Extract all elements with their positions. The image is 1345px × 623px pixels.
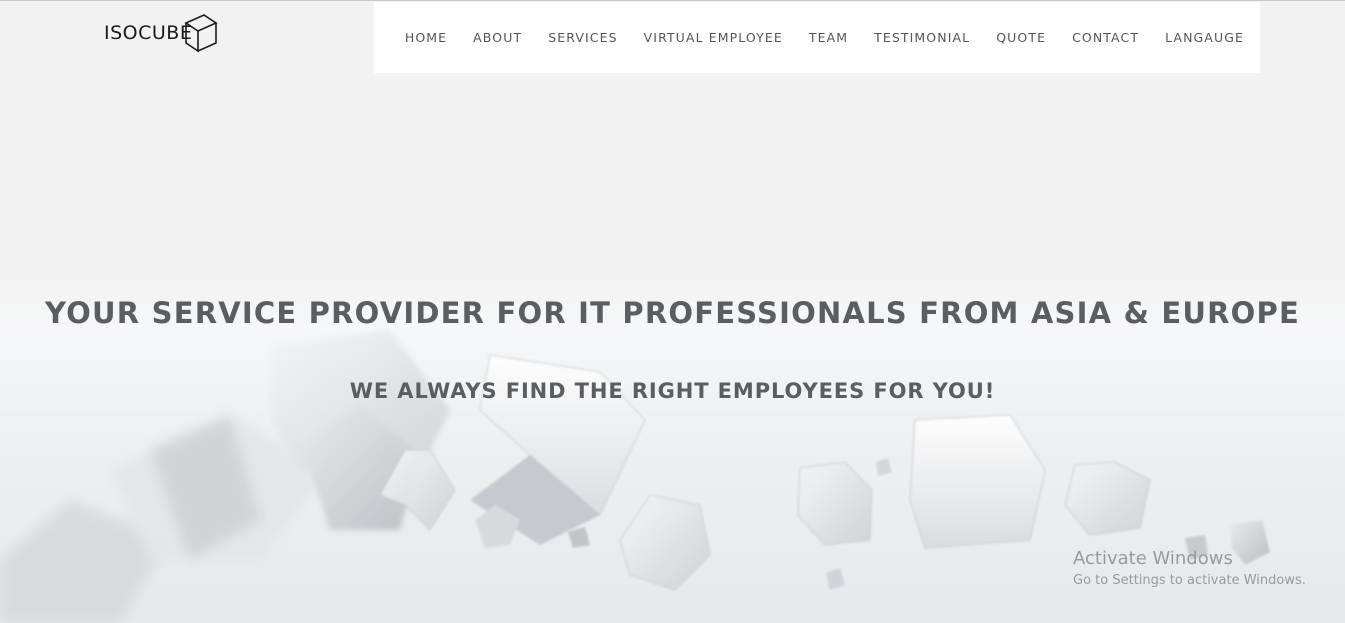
logo-text: ISOCUBE <box>104 22 193 44</box>
nav-virtual-employee[interactable]: VIRTUAL EMPLOYEE <box>644 30 783 45</box>
nav-team[interactable]: TEAM <box>809 30 848 45</box>
nav-contact[interactable]: CONTACT <box>1072 30 1139 45</box>
nav-about[interactable]: ABOUT <box>473 30 522 45</box>
nav-quote[interactable]: QUOTE <box>996 30 1046 45</box>
site-logo[interactable]: ISOCUBE <box>104 12 218 54</box>
nav-language[interactable]: LANGAUGE <box>1165 30 1244 45</box>
hero-headline: YOUR SERVICE PROVIDER FOR IT PROFESSIONA… <box>45 296 1300 330</box>
nav-home[interactable]: HOME <box>405 30 447 45</box>
watermark-title: Activate Windows <box>1073 548 1233 569</box>
main-navigation: HOME ABOUT SERVICES VIRTUAL EMPLOYEE TEA… <box>374 2 1260 73</box>
cube-icon <box>184 14 218 53</box>
watermark-subtitle: Go to Settings to activate Windows. <box>1073 573 1306 588</box>
nav-testimonial[interactable]: TESTIMONIAL <box>874 30 970 45</box>
hero-subheadline: WE ALWAYS FIND THE RIGHT EMPLOYEES FOR Y… <box>349 379 996 403</box>
nav-services[interactable]: SERVICES <box>548 30 617 45</box>
top-border-line <box>0 0 1345 1</box>
windows-activation-watermark: Activate Windows Go to Settings to activ… <box>1073 548 1306 588</box>
